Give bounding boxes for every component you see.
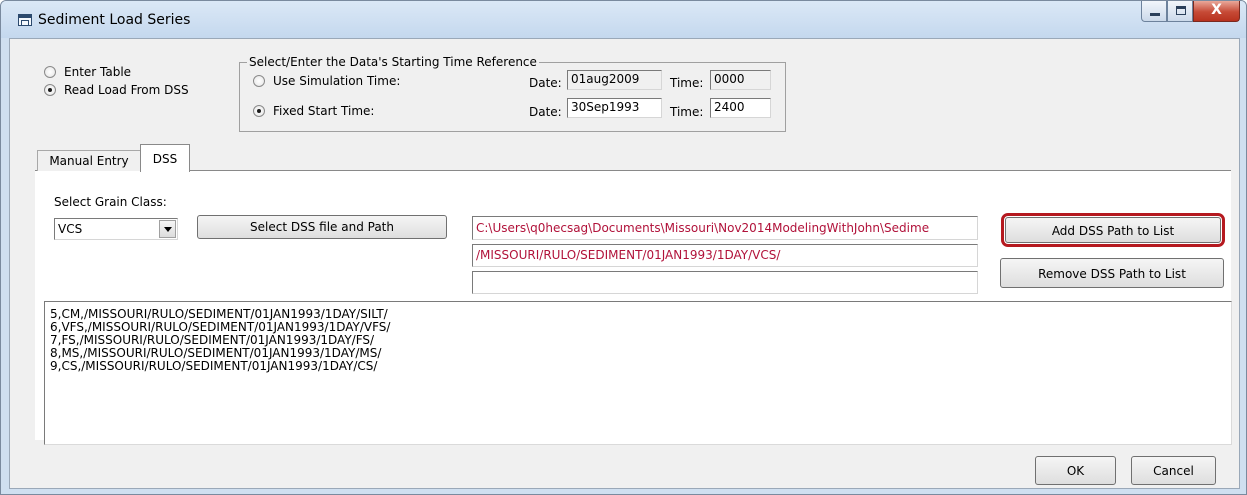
enter-table-label: Enter Table <box>64 65 132 79</box>
fixed-start-time-radio[interactable] <box>253 105 265 117</box>
use-simulation-time-label: Use Simulation Time: <box>273 74 401 88</box>
grain-class-label: Select Grain Class: <box>54 195 167 209</box>
fixed-date-field[interactable]: 30Sep1993 <box>567 98 662 118</box>
minimize-button[interactable] <box>1141 1 1167 22</box>
simulation-time-field[interactable]: 0000 <box>710 70 771 90</box>
time-reference-group: Select/Enter the Data's Starting Time Re… <box>239 55 786 132</box>
enter-table-option[interactable]: Enter Table <box>44 65 131 79</box>
time-reference-legend: Select/Enter the Data's Starting Time Re… <box>247 55 539 69</box>
add-dss-path-button[interactable]: Add DSS Path to List <box>1001 213 1225 247</box>
grain-class-value: VCS <box>58 222 83 236</box>
sediment-load-series-window: Sediment Load Series X Enter Table Read … <box>0 0 1247 495</box>
read-load-from-dss-option[interactable]: Read Load From DSS <box>44 83 189 97</box>
grain-class-select[interactable]: VCS <box>54 218 178 240</box>
maximize-button[interactable] <box>1167 1 1193 22</box>
chevron-down-icon[interactable] <box>159 220 176 238</box>
use-simulation-time-radio[interactable] <box>253 75 265 87</box>
select-dss-file-button[interactable]: Select DSS file and Path <box>197 215 447 239</box>
caption-buttons: X <box>1141 1 1240 25</box>
close-button[interactable]: X <box>1193 1 1240 22</box>
list-item[interactable]: 9,CS,/MISSOURI/RULO/SEDIMENT/01JAN1993/1… <box>50 360 377 372</box>
fixed-start-time-option[interactable]: Fixed Start Time: <box>253 104 374 118</box>
list-item[interactable]: 7,FS,/MISSOURI/RULO/SEDIMENT/01JAN1993/1… <box>50 334 374 346</box>
dialog-body: Enter Table Read Load From DSS Select/En… <box>9 38 1240 489</box>
dss-path-field[interactable]: /MISSOURI/RULO/SEDIMENT/01JAN1993/1DAY/V… <box>472 244 978 267</box>
maximize-icon <box>1176 6 1186 15</box>
read-load-from-dss-radio[interactable] <box>44 84 56 96</box>
fixed-start-time-label: Fixed Start Time: <box>273 104 375 118</box>
extra-path-field[interactable] <box>472 271 978 294</box>
dss-path-list[interactable]: 5,CM,/MISSOURI/RULO/SEDIMENT/01JAN1993/1… <box>44 301 1232 445</box>
tab-manual-entry[interactable]: Manual Entry <box>37 150 141 171</box>
list-item[interactable]: 5,CM,/MISSOURI/RULO/SEDIMENT/01JAN1993/1… <box>50 308 388 320</box>
simulation-date-label: Date: <box>529 76 562 90</box>
title-bar[interactable]: Sediment Load Series X <box>1 1 1246 38</box>
minimize-icon <box>1150 13 1160 16</box>
fixed-time-field[interactable]: 2400 <box>710 98 771 118</box>
cancel-button[interactable]: Cancel <box>1131 456 1216 485</box>
dss-file-path-field[interactable]: C:\Users\q0hecsag\Documents\Missouri\Nov… <box>472 216 978 240</box>
ok-button[interactable]: OK <box>1035 456 1116 485</box>
enter-table-radio[interactable] <box>44 66 56 78</box>
list-item[interactable]: 6,VFS,/MISSOURI/RULO/SEDIMENT/01JAN1993/… <box>50 321 390 333</box>
read-load-from-dss-label: Read Load From DSS <box>64 83 189 97</box>
fixed-time-label: Time: <box>670 105 704 119</box>
use-simulation-time-option[interactable]: Use Simulation Time: <box>253 74 400 88</box>
simulation-time-label: Time: <box>670 76 704 90</box>
remove-dss-path-button[interactable]: Remove DSS Path to List <box>1000 258 1224 288</box>
tab-dss[interactable]: DSS <box>140 144 190 172</box>
list-item[interactable]: 8,MS,/MISSOURI/RULO/SEDIMENT/01JAN1993/1… <box>50 347 381 359</box>
window-icon <box>18 14 32 26</box>
fixed-date-label: Date: <box>529 105 562 119</box>
simulation-date-field[interactable]: 01aug2009 <box>567 70 662 90</box>
window-title: Sediment Load Series <box>38 12 191 28</box>
close-icon: X <box>1211 2 1222 18</box>
